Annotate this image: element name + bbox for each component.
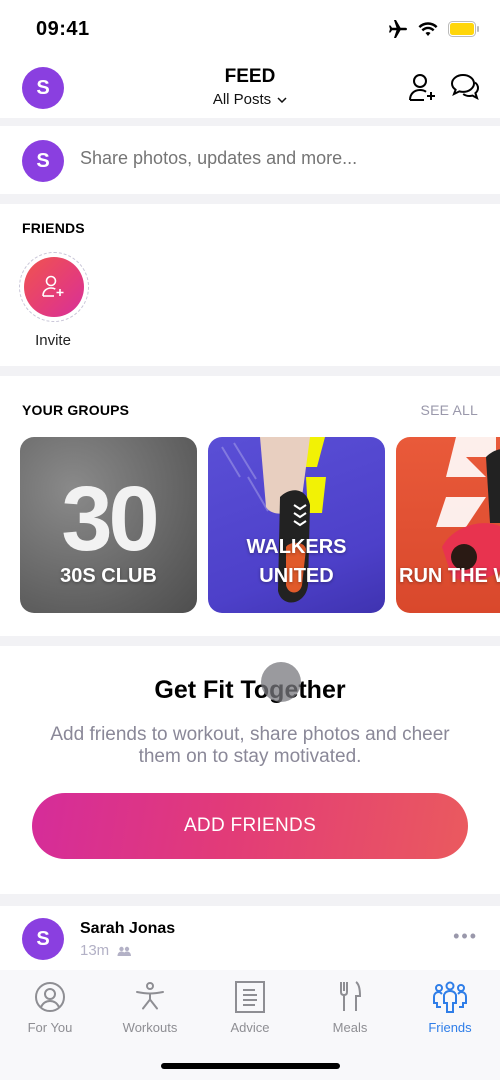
header-actions xyxy=(408,72,480,102)
groups-section: YOUR GROUPS SEE ALL 30 30S CLUB WALKERS … xyxy=(0,376,500,636)
feed-screen: 09:41 S FEED All Posts S FRIENDS Invite xyxy=(0,0,500,1080)
airplane-icon xyxy=(389,20,407,38)
post-author-name[interactable]: Sarah Jonas xyxy=(80,920,175,938)
workout-figure-icon xyxy=(136,982,164,1010)
post-more-options[interactable]: ••• xyxy=(453,926,478,947)
tab-label: Workouts xyxy=(122,1020,178,1035)
battery-icon xyxy=(448,21,479,37)
friends-group-icon xyxy=(433,981,467,1013)
feed-header: S FEED All Posts xyxy=(0,60,500,118)
get-fit-promo: Get Fit Together Add friends to workout,… xyxy=(0,646,500,894)
post-meta: 13m xyxy=(80,942,132,959)
friends-title: FRIENDS xyxy=(22,220,85,236)
status-icons xyxy=(388,20,480,38)
group-card-run-the-world[interactable]: RUN THE W xyxy=(396,437,500,613)
chevron-down-icon xyxy=(277,96,287,103)
friends-audience-icon xyxy=(117,946,132,956)
group-badge-number: 30 xyxy=(61,468,159,570)
tab-workouts[interactable]: Workouts xyxy=(100,980,200,1035)
tab-friends[interactable]: Friends xyxy=(400,980,500,1035)
status-bar: 09:41 xyxy=(0,0,500,60)
add-person-icon xyxy=(42,275,64,297)
profile-circle-icon xyxy=(35,982,65,1012)
invite-label: Invite xyxy=(35,332,71,349)
feed-filter-label: All Posts xyxy=(212,91,272,108)
home-indicator xyxy=(161,1063,340,1069)
group-card-30s-club[interactable]: 30 30S CLUB xyxy=(20,437,197,613)
post-time: 13m xyxy=(80,942,110,959)
invite-friend-button[interactable] xyxy=(24,257,84,317)
document-icon xyxy=(235,981,265,1013)
tab-label: For You xyxy=(27,1020,73,1035)
groups-title: YOUR GROUPS xyxy=(22,402,130,418)
add-friends-button[interactable]: ADD FRIENDS xyxy=(32,793,468,859)
post-author-avatar[interactable]: S xyxy=(22,918,64,960)
friends-section: FRIENDS Invite xyxy=(0,204,500,366)
promo-description: Add friends to workout, share photos and… xyxy=(50,724,450,767)
composer-avatar: S xyxy=(22,140,64,182)
tab-meals[interactable]: Meals xyxy=(300,980,400,1035)
feed-post: S Sarah Jonas 13m ••• xyxy=(0,906,500,970)
status-time: 09:41 xyxy=(36,18,90,40)
tab-label: Friends xyxy=(428,1020,472,1035)
touch-indicator xyxy=(261,662,301,702)
tab-for-you[interactable]: For You xyxy=(0,980,100,1035)
wifi-icon xyxy=(418,22,438,36)
messages-icon[interactable] xyxy=(450,72,480,102)
add-friend-icon[interactable] xyxy=(408,72,438,102)
group-name: 30S CLUB xyxy=(60,565,157,587)
tab-label: Advice xyxy=(230,1020,270,1035)
group-name: RUN THE W xyxy=(399,565,500,587)
post-composer: S xyxy=(0,126,500,194)
tab-label: Meals xyxy=(332,1020,368,1035)
promo-title: Get Fit Together xyxy=(154,676,346,704)
group-card-walkers-united[interactable]: WALKERS UNITED xyxy=(208,437,385,613)
group-name: WALKERS UNITED xyxy=(246,536,347,587)
see-all-groups-link[interactable]: SEE ALL xyxy=(421,402,478,418)
fork-knife-icon xyxy=(340,981,362,1011)
share-post-input[interactable] xyxy=(80,148,480,169)
tab-advice[interactable]: Advice xyxy=(200,980,300,1035)
